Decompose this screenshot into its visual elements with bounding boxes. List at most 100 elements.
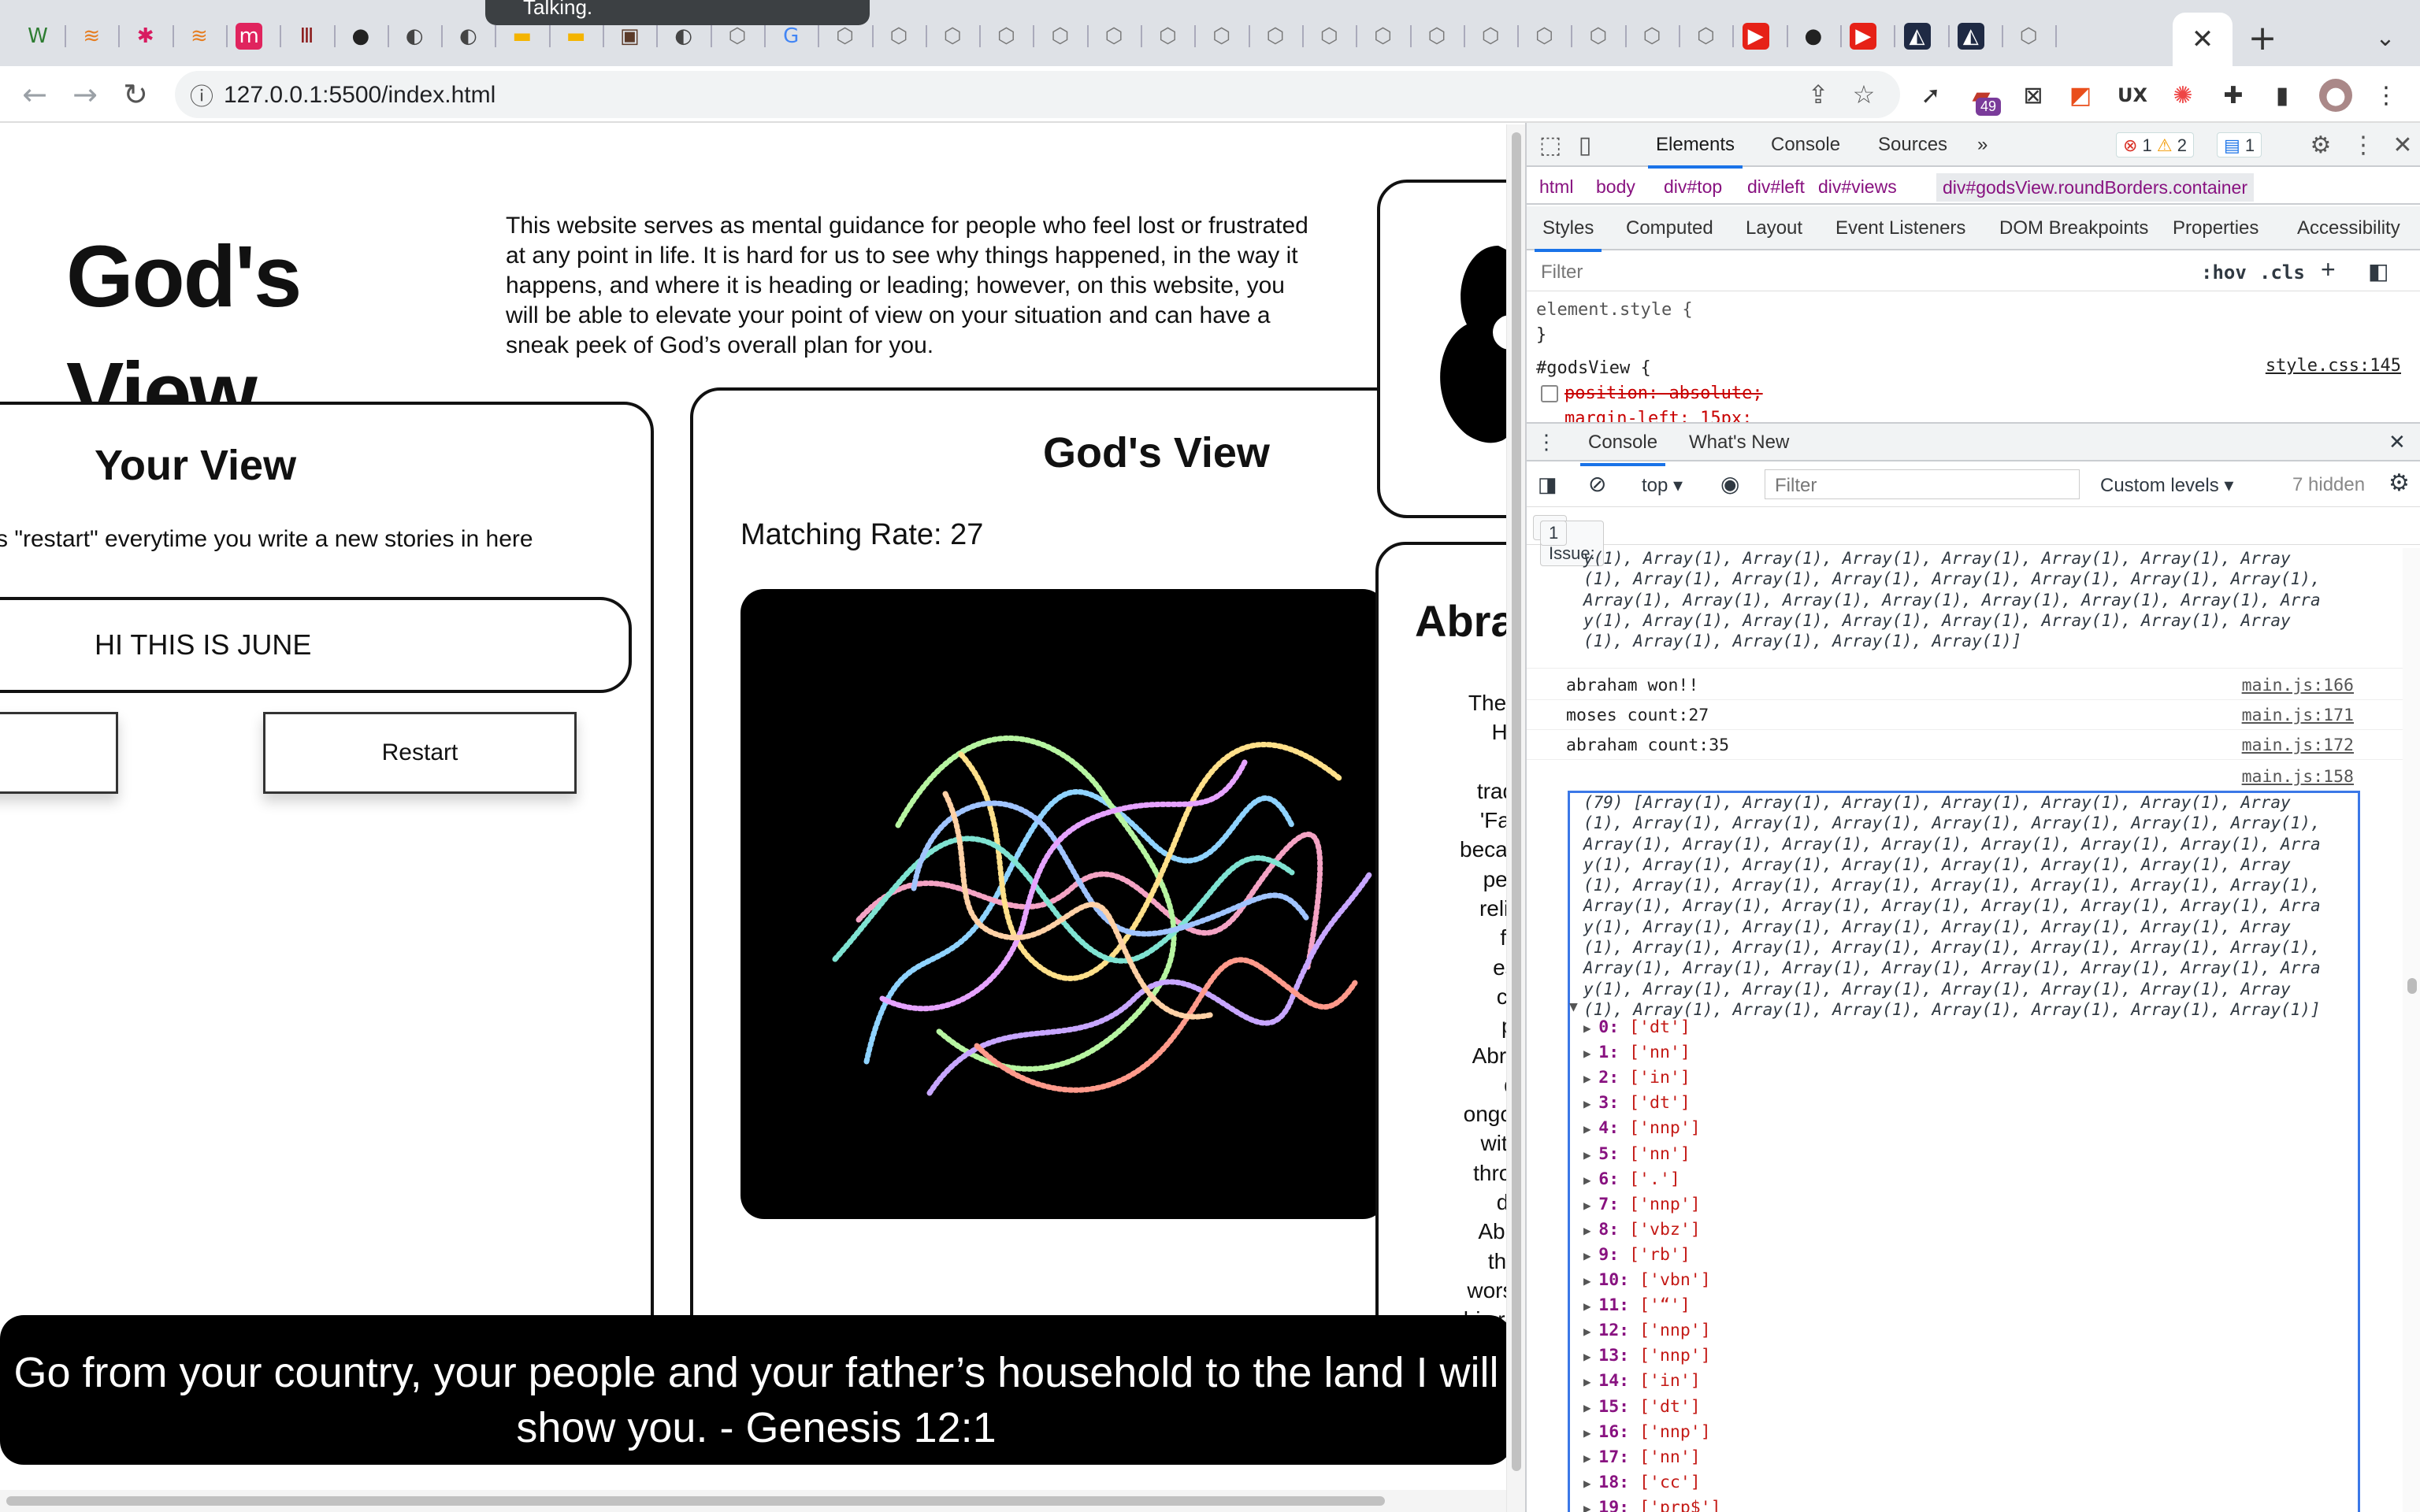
expand-arrow-icon[interactable]: ▶ (1583, 1173, 1598, 1188)
hex-icon[interactable]: ⬡ (1688, 19, 1723, 54)
new-tab-button[interactable]: + (2244, 18, 2281, 58)
extensions-puzzle-icon[interactable]: ✚ (2217, 79, 2250, 112)
expand-arrow-icon[interactable]: ▶ (1583, 1425, 1598, 1440)
array-entry[interactable]: ▶ 12: ['nnp'] (1583, 1321, 1711, 1340)
array-entry[interactable]: ▶ 14: ['in'] (1583, 1371, 1701, 1391)
expand-arrow-icon[interactable]: ▶ (1583, 1248, 1598, 1263)
hov-toggle[interactable]: :hov (2201, 261, 2247, 284)
url-text[interactable]: 127.0.0.1:5500/index.html (224, 82, 496, 109)
issues-button[interactable]: 1 Issue: ▤ 1 (1533, 515, 1604, 566)
subtab-dom-breakpoints[interactable]: DOM Breakpoints (1999, 217, 2148, 239)
side-panel-icon[interactable]: ▮ (2266, 79, 2299, 112)
array-entry[interactable]: ▶ 0: ['dt'] (1583, 1017, 1691, 1037)
expand-arrow-icon[interactable]: ▶ (1583, 1374, 1598, 1389)
array-entry[interactable]: ▶ 9: ['rb'] (1583, 1245, 1691, 1265)
array-entry[interactable]: ▶ 19: ['prp$'] (1583, 1498, 1721, 1512)
hex-icon[interactable]: ⬡ (1635, 19, 1669, 54)
subtab-event-listeners[interactable]: Event Listeners (1835, 217, 1965, 239)
device-toolbar-icon[interactable]: ▯ (1571, 131, 1599, 159)
page-vertical-scrollbar[interactable] (1506, 124, 1525, 1512)
styles-filter-input[interactable]: Filter (1541, 261, 1583, 284)
browser-menu-icon[interactable]: ⋮ (2370, 79, 2403, 112)
expand-caret-icon[interactable]: ▼ (1569, 999, 1578, 1015)
rule-prop-position[interactable]: position: absolute; (1536, 381, 2411, 406)
share-icon[interactable]: ⇪ (1802, 79, 1834, 110)
w-favicon[interactable]: W (20, 19, 55, 54)
reload-icon[interactable]: ↻ (117, 76, 154, 113)
expand-arrow-icon[interactable]: ▶ (1583, 1121, 1598, 1136)
expand-arrow-icon[interactable]: ▶ (1583, 1273, 1598, 1288)
hex-icon[interactable]: ⬡ (1312, 19, 1346, 54)
globe-icon[interactable]: ◐ (397, 19, 432, 54)
array-entry[interactable]: ▶ 15: ['dt'] (1583, 1397, 1701, 1417)
console-scrollbar[interactable] (2403, 548, 2420, 1512)
array-entry[interactable]: ▶ 5: ['nn'] (1583, 1144, 1691, 1164)
console-src-2[interactable]: main.js:171 (2242, 706, 2354, 725)
hex-icon[interactable]: ⬡ (1420, 19, 1454, 54)
extension-color-icon[interactable]: ✺ (2166, 79, 2199, 112)
tab-sources[interactable]: Sources (1878, 134, 1947, 156)
github-icon[interactable]: ● (1796, 19, 1831, 54)
hex-icon[interactable]: ⬡ (1204, 19, 1239, 54)
breadcrumb-item[interactable]: html (1539, 176, 1573, 198)
expand-arrow-icon[interactable]: ▶ (1583, 1349, 1598, 1364)
expand-arrow-icon[interactable]: ▶ (1583, 1096, 1598, 1111)
extension-send-icon[interactable]: ➚ (1914, 79, 1947, 112)
log-levels-select[interactable]: Custom levels ▾ (2100, 474, 2233, 497)
youtube-icon[interactable]: ▶ (1742, 23, 1769, 50)
array-entry[interactable]: ▶ 11: ['“'] (1583, 1295, 1691, 1315)
hex-icon[interactable]: ⬡ (935, 19, 970, 54)
tab-elements[interactable]: Elements (1647, 134, 1743, 169)
restart-button[interactable]: Restart (263, 712, 577, 794)
site-info-icon[interactable]: ⓘ (187, 80, 216, 111)
subtab-computed[interactable]: Computed (1626, 217, 1713, 239)
hex-icon[interactable]: ⬡ (989, 19, 1023, 54)
page-scroll-thumb[interactable] (1512, 132, 1521, 1471)
breadcrumb-item[interactable]: body (1596, 176, 1635, 198)
hex-icon[interactable]: ⬡ (1150, 19, 1185, 54)
tab-console[interactable]: Console (1771, 134, 1840, 156)
more-tabs-icon[interactable]: » (1977, 134, 1988, 156)
array-entry[interactable]: ▶ 1: ['nn'] (1583, 1043, 1691, 1062)
bookmark-star-icon[interactable]: ☆ (1848, 79, 1880, 110)
breadcrumb-item[interactable]: div#views (1818, 176, 1897, 198)
expand-arrow-icon[interactable]: ▶ (1583, 1501, 1598, 1512)
live-expression-eye-icon[interactable]: ◉ (1720, 471, 1739, 497)
new-rule-icon[interactable]: + (2321, 255, 2336, 284)
stack-icon[interactable]: ≋ (182, 19, 217, 54)
expand-arrow-icon[interactable]: ▶ (1583, 1400, 1598, 1415)
azure-icon[interactable]: ◭ (1957, 23, 1984, 50)
settings-gear-icon[interactable]: ⚙ (2307, 131, 2335, 159)
hex-icon[interactable]: ⬡ (1581, 19, 1616, 54)
bars-favicon[interactable]: Ⅲ (290, 19, 325, 54)
drawer-menu-icon[interactable]: ⋮ (1536, 430, 1557, 454)
devtools-close-icon[interactable]: ✕ (2388, 131, 2417, 159)
expand-arrow-icon[interactable]: ▶ (1583, 1147, 1598, 1162)
subtab-styles[interactable]: Styles (1534, 217, 1602, 252)
hex-icon[interactable]: ⬡ (2011, 19, 2046, 54)
breadcrumb-item[interactable]: div#top (1664, 176, 1722, 198)
array-entry[interactable]: ▶ 17: ['nn'] (1583, 1447, 1701, 1467)
cls-toggle[interactable]: .cls (2259, 261, 2305, 284)
console-array-79[interactable]: (79) [Array(1), Array(1), Array(1), Arra… (1583, 792, 2321, 1020)
devtools-menu-icon[interactable]: ⋮ (2349, 131, 2377, 159)
hex-icon[interactable]: ⬡ (1366, 19, 1401, 54)
profile-avatar[interactable]: ● (2319, 79, 2352, 112)
page-hscroll-thumb[interactable] (6, 1496, 1385, 1506)
hex-icon[interactable]: ⬡ (1473, 19, 1508, 54)
array-entry[interactable]: ▶ 18: ['cc'] (1583, 1473, 1701, 1492)
messages-badge[interactable]: ▤ 1 (2217, 132, 2262, 158)
extension-x-icon[interactable]: ⊠ (2017, 79, 2050, 112)
github-icon[interactable]: ● (343, 19, 378, 54)
extension-app-icon[interactable]: ◩ (2064, 79, 2097, 112)
computed-sidebar-icon[interactable]: ◧ (2368, 258, 2388, 284)
m-favicon[interactable]: m (236, 23, 263, 50)
asterisk-icon[interactable]: ✱ (128, 19, 163, 54)
array-entry[interactable]: ▶ 7: ['nnp'] (1583, 1195, 1701, 1214)
hex-icon[interactable]: ⬡ (882, 19, 916, 54)
console-sidebar-icon[interactable]: ◨ (1538, 472, 1557, 497)
subtab-properties[interactable]: Properties (2173, 217, 2259, 239)
console-src-4[interactable]: main.js:158 (2242, 767, 2354, 787)
error-warning-badge[interactable]: ⊗ 1 ⚠ 2 (2116, 132, 2195, 158)
submit-button[interactable] (0, 712, 118, 794)
